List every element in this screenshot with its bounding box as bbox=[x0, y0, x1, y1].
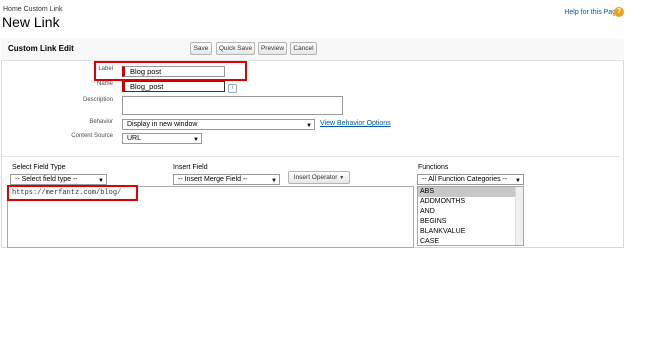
functions-listbox[interactable]: ABS ADDMONTHS AND BEGINS BLANKVALUE CASE bbox=[417, 186, 524, 246]
description-field-label: Description bbox=[82, 97, 113, 103]
preview-button[interactable]: Preview bbox=[258, 42, 287, 55]
behavior-select-value: Display in new window bbox=[127, 121, 198, 128]
list-item[interactable]: ADDMONTHS bbox=[418, 197, 523, 207]
help-icon[interactable]: ? bbox=[614, 7, 624, 17]
chevron-down-icon: ▼ bbox=[339, 175, 345, 181]
function-category-dropdown[interactable]: -- All Function Categories -- ▼ bbox=[417, 174, 524, 185]
content-source-select-value: URL bbox=[127, 135, 142, 142]
select-field-type-dropdown[interactable]: -- Select field type -- ▼ bbox=[10, 174, 107, 185]
insert-field-label: Insert Field bbox=[173, 164, 208, 171]
functions-scrollbar[interactable] bbox=[515, 187, 523, 245]
function-category-value: -- All Function Categories -- bbox=[422, 176, 508, 183]
quick-save-button[interactable]: Quick Save bbox=[216, 42, 255, 55]
list-item[interactable]: ABS bbox=[418, 187, 523, 197]
cancel-button[interactable]: Cancel bbox=[290, 42, 317, 55]
functions-label: Functions bbox=[418, 164, 449, 171]
content-source-select[interactable]: URL ▼ bbox=[122, 133, 202, 144]
help-link[interactable]: Help for this Page bbox=[564, 9, 620, 16]
label-highlight-box bbox=[94, 61, 247, 81]
list-item[interactable]: BLANKVALUE bbox=[418, 227, 523, 237]
insert-merge-field-dropdown[interactable]: -- Insert Merge Field -- ▼ bbox=[173, 174, 280, 185]
insert-operator-button[interactable]: Insert Operator ▼ bbox=[288, 171, 350, 184]
select-field-type-value: -- Select field type -- bbox=[15, 176, 78, 183]
url-highlight-box bbox=[7, 185, 138, 201]
page-title: New Link bbox=[2, 14, 60, 30]
behavior-field-label: Behavior bbox=[89, 119, 113, 125]
behavior-select[interactable]: Display in new window ▼ bbox=[122, 119, 315, 130]
content-source-field-label: Content Source bbox=[71, 133, 113, 139]
insert-operator-label: Insert Operator bbox=[293, 174, 338, 181]
list-item[interactable]: BEGINS bbox=[418, 217, 523, 227]
chevron-down-icon: ▼ bbox=[193, 137, 199, 143]
description-textarea[interactable] bbox=[122, 96, 343, 115]
chevron-down-icon: ▼ bbox=[306, 123, 312, 129]
info-icon[interactable]: i bbox=[228, 84, 237, 93]
insert-merge-field-value: -- Insert Merge Field -- bbox=[178, 176, 248, 183]
name-field-label: Name bbox=[96, 81, 113, 87]
list-item[interactable]: CASE bbox=[418, 237, 523, 245]
list-item[interactable]: AND bbox=[418, 207, 523, 217]
view-behavior-options-link[interactable]: View Behavior Options bbox=[320, 120, 391, 127]
name-input[interactable]: Blog_post bbox=[122, 81, 225, 92]
chevron-down-icon: ▼ bbox=[271, 178, 277, 184]
breadcrumb[interactable]: Home Custom Link bbox=[3, 6, 63, 13]
save-button[interactable]: Save bbox=[190, 42, 212, 55]
select-field-type-label: Select Field Type bbox=[12, 164, 66, 171]
section-divider bbox=[2, 156, 620, 157]
chevron-down-icon: ▼ bbox=[515, 178, 521, 184]
section-title: Custom Link Edit bbox=[8, 44, 74, 53]
